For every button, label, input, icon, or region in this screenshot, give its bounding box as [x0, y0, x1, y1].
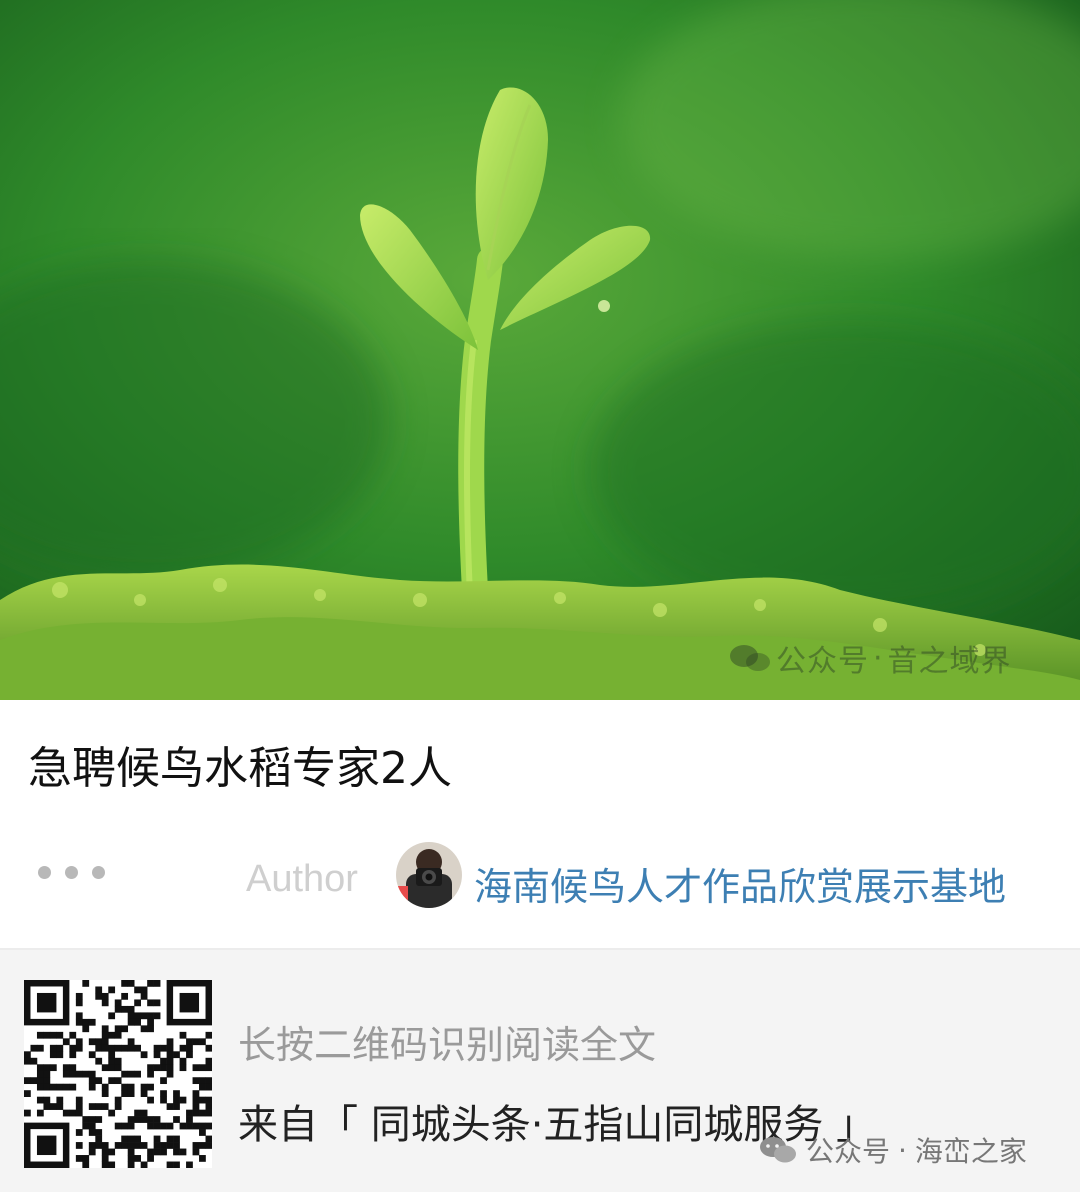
qr-code[interactable] — [24, 980, 213, 1169]
account-mark-sep: · — [898, 1133, 907, 1167]
watermark-sep: · — [873, 640, 884, 676]
source-name: 同城头条·五指山同城服务 — [370, 1102, 824, 1148]
account-watermark: 公众号 · 海峦之家 — [758, 1130, 1027, 1170]
hero-image: 公众号 · 音之域界 — [0, 0, 1080, 700]
source-prefix: 来自 — [238, 1102, 318, 1148]
qr-footer: 长按二维码识别阅读全文 来自「 同城头条·五指山同城服务 」 公众号 · 海峦之… — [0, 948, 1080, 1192]
author-label: Author — [246, 858, 358, 900]
author-name-link[interactable]: 海南候鸟人才作品欣赏展示基地 — [474, 856, 1006, 911]
avatar[interactable] — [396, 842, 462, 908]
seedling-illustration — [0, 0, 1080, 700]
qr-code-icon — [24, 980, 213, 1169]
account-mark-prefix: 公众号 — [806, 1135, 891, 1168]
dot — [92, 866, 105, 879]
image-watermark: 公众号 · 音之域界 — [728, 636, 1012, 680]
photographer-avatar-icon — [396, 842, 462, 908]
watermark-name: 音之域界 — [887, 644, 1012, 679]
watermark-prefix: 公众号 — [776, 644, 869, 679]
dot — [38, 866, 51, 879]
account-mark-name: 海峦之家 — [914, 1135, 1027, 1168]
qr-hint-text: 长按二维码识别阅读全文 — [238, 1023, 657, 1067]
wechat-logo-icon — [730, 645, 770, 671]
more-dots-icon[interactable] — [38, 866, 105, 879]
wechat-logo-icon — [760, 1137, 796, 1163]
article-title: 急聘候鸟水稻专家2人 — [28, 743, 452, 794]
source-open-bracket: 「 — [318, 1102, 358, 1148]
dot — [65, 866, 78, 879]
